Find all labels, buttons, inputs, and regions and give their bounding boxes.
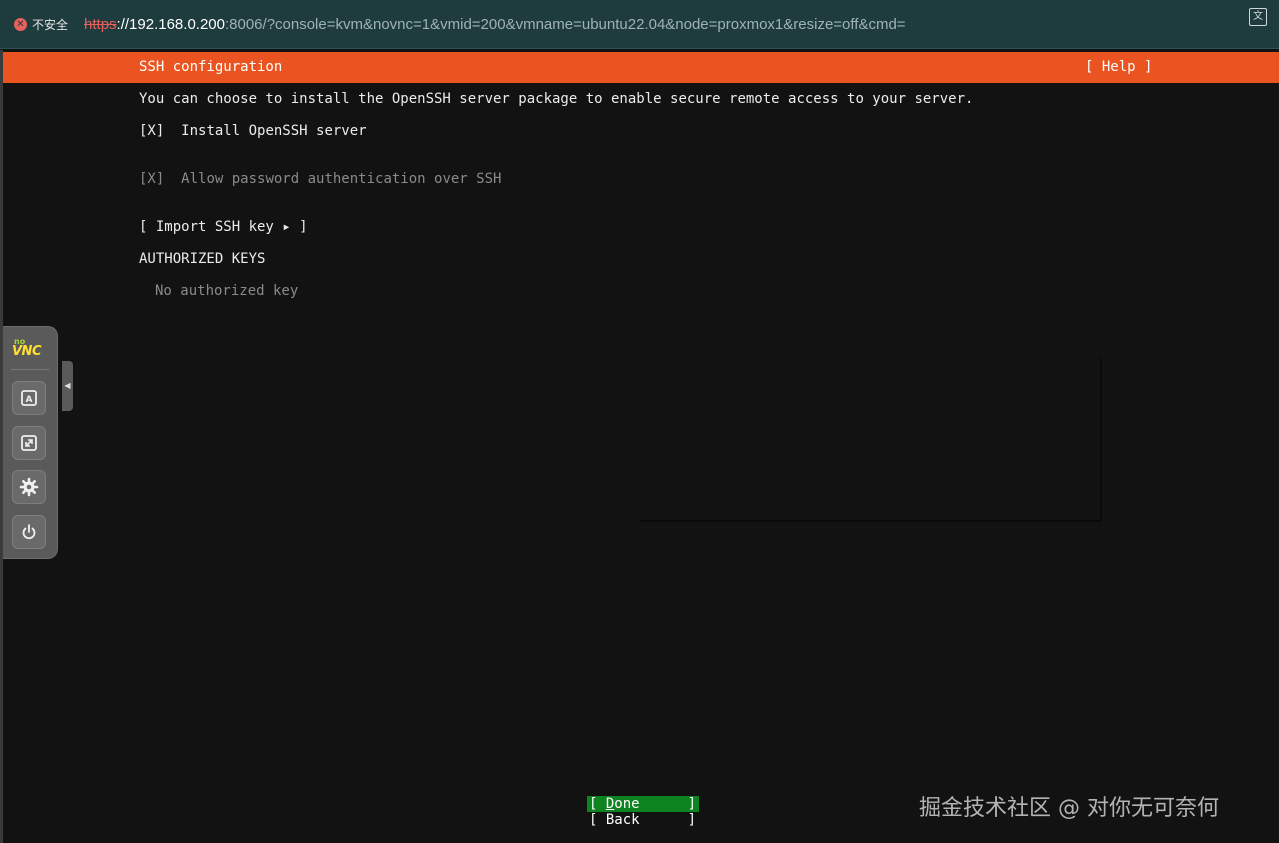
security-label: 不安全 (32, 17, 69, 32)
render-artifact (640, 358, 1102, 522)
bracket-open: [ (589, 796, 606, 812)
power-button[interactable] (12, 515, 46, 549)
import-ssh-key-button[interactable]: [ Import SSH key ▸ ] (139, 219, 308, 235)
power-icon (22, 524, 36, 540)
checkbox-label: Allow password authentication over SSH (181, 171, 502, 187)
back-button[interactable]: [ Back] (587, 812, 699, 828)
checkbox-state: [X] (139, 123, 165, 139)
browser-address-bar: ✕ 不安全 https://192.168.0.200:8006/?consol… (0, 0, 1279, 49)
install-openssh-checkbox[interactable]: [X] Install OpenSSH server (139, 123, 367, 139)
fullscreen-button[interactable] (12, 426, 46, 460)
logo-vnc: VNC (12, 344, 41, 359)
url-scheme: https (84, 15, 117, 33)
help-button[interactable]: [ Help ] (1085, 59, 1152, 75)
divider (11, 369, 49, 370)
keyboard-icon: A (21, 390, 37, 406)
installer-header: SSH configuration [ Help ] (3, 52, 1279, 83)
bracket-open: [ (589, 812, 606, 828)
bracket-close: ] (687, 796, 696, 812)
allow-password-checkbox[interactable]: [X] Allow password authentication over S… (139, 171, 501, 187)
done-button[interactable]: [ Done] (587, 796, 699, 812)
svg-text:A: A (26, 395, 33, 405)
warning-icon: ✕ (14, 17, 27, 31)
checkbox-state: [X] (139, 171, 165, 187)
keyboard-button[interactable]: A (12, 381, 46, 415)
back-label: Back (605, 812, 640, 828)
no-authorized-key-text: No authorized key (155, 283, 299, 299)
novnc-control-bar: no VNC A (3, 326, 58, 559)
page-title: SSH configuration (139, 59, 283, 75)
novnc-logo: no VNC (12, 337, 48, 361)
done-label: one (614, 796, 640, 812)
translate-icon[interactable]: 文 (1249, 8, 1267, 26)
url-path: :8006/?console=kvm&novnc=1&vmid=200&vmna… (224, 15, 906, 33)
url-field[interactable]: https://192.168.0.200:8006/?console=kvm&… (84, 16, 906, 33)
authorized-keys-heading: AUTHORIZED KEYS (139, 251, 266, 267)
fullscreen-icon (21, 435, 37, 451)
settings-icon (19, 477, 39, 497)
watermark: 掘金技术社区 @ 对你无可奈何 (919, 796, 1219, 821)
security-indicator[interactable]: ✕ 不安全 (14, 13, 74, 35)
settings-button[interactable] (12, 470, 46, 504)
control-bar-handle[interactable]: ◀ (62, 361, 73, 411)
checkbox-label: Install OpenSSH server (181, 123, 367, 139)
url-host: ://192.168.0.200 (116, 15, 225, 33)
bracket-close: ] (687, 812, 696, 828)
description-text: You can choose to install the OpenSSH se… (139, 91, 974, 107)
